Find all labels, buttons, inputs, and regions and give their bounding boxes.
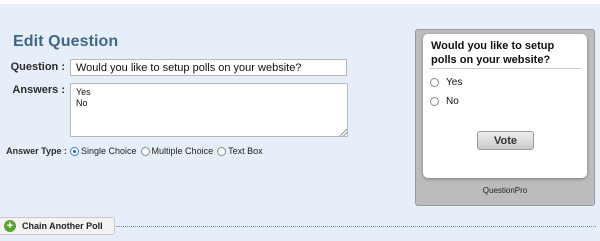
answer-type-label: Answer Type :	[6, 146, 67, 156]
answer-type-multiple-choice[interactable]: Multiple Choice	[140, 146, 214, 156]
answer-type-option-label: Text Box	[228, 146, 263, 156]
answers-label: Answers :	[12, 84, 65, 96]
radio-selected-icon[interactable]	[70, 146, 79, 156]
radio-icon[interactable]	[217, 146, 227, 156]
answer-type-text-box[interactable]: Text Box	[217, 146, 263, 156]
radio-icon[interactable]	[140, 146, 150, 156]
poll-preview-card: Would you like to setup polls on your we…	[423, 34, 587, 178]
top-strip	[0, 0, 600, 4]
resize-grip-icon[interactable]	[340, 129, 347, 136]
chain-another-poll-button[interactable]: + Chain Another Poll	[0, 217, 115, 235]
chain-another-poll-label: Chain Another Poll	[22, 221, 103, 231]
page-title: Edit Question	[13, 33, 119, 50]
vote-button[interactable]: Vote	[477, 131, 534, 150]
dotted-divider	[116, 226, 596, 227]
answers-textarea[interactable]	[70, 83, 348, 137]
answer-type-option-label: Multiple Choice	[151, 146, 214, 156]
poll-option-label: Yes	[446, 77, 463, 88]
radio-icon[interactable]	[430, 97, 439, 106]
poll-option-yes[interactable]: Yes	[430, 77, 462, 88]
divider	[429, 68, 581, 69]
answer-type-option-label: Single Choice	[81, 146, 137, 156]
question-input[interactable]	[70, 59, 347, 76]
brand-label: QuestionPro	[482, 186, 528, 195]
poll-option-no[interactable]: No	[430, 96, 459, 107]
poll-question: Would you like to setup polls on your we…	[431, 40, 555, 66]
answer-type-single-choice[interactable]: Single Choice	[70, 146, 137, 156]
answer-type-group: Single Choice Multiple Choice Text Box	[70, 146, 267, 156]
plus-circle-icon: +	[4, 220, 16, 232]
radio-icon[interactable]	[430, 78, 439, 87]
poll-option-label: No	[446, 96, 459, 107]
question-label: Question :	[10, 61, 65, 73]
